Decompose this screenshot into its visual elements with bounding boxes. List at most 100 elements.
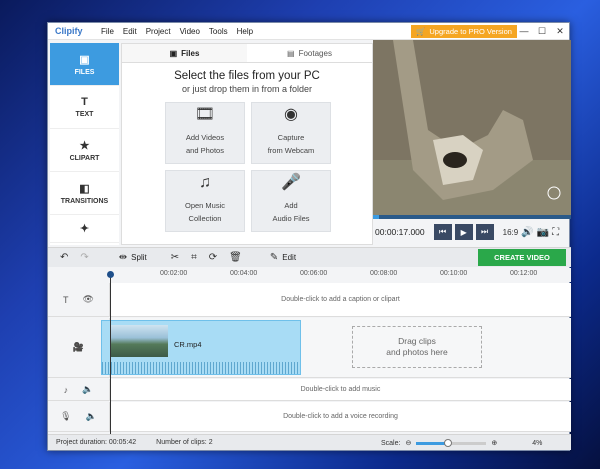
sidebar-item-label: TEXT [75,111,94,118]
sidebar-item-files[interactable]: ▣ FILES [50,43,119,86]
previous-icon[interactable]: ⏮ [433,224,452,240]
aspect-ratio[interactable]: 16:9 [503,228,519,237]
tile-label: Collection [188,214,222,223]
rotate-icon[interactable]: ⟳ [209,252,217,263]
image-icon: ▣ [79,53,90,66]
tab-footages-label: Footages [298,48,332,58]
menu-tools[interactable]: Tools [209,27,228,36]
webcam-icon: ◉ [284,106,298,123]
playhead-handle[interactable] [107,271,114,278]
menu-edit[interactable]: Edit [123,27,137,36]
tab-files[interactable]: ▣ Files [122,44,247,62]
undo-icon[interactable]: ↶ [60,252,68,263]
music-track[interactable]: ♪ 🔈 Double-click to add music [48,379,571,401]
player-controls: 00:00:17.000 ⏮ ▶ ⏭ 16:9 🔊 📷 ⛶ [373,219,571,245]
panel-tabs: ▣ Files ▤ Footages [122,44,372,63]
cart-icon: 🛒 [416,27,426,36]
drop-zone[interactable]: Drag clips and photos here [352,326,482,368]
ruler-tick: 00:12:00 [510,270,538,277]
star-icon: ★ [79,139,90,152]
next-icon[interactable]: ⏭ [475,224,494,240]
minimize-icon[interactable]: — [515,23,533,39]
image-icon: ▣ [169,48,178,58]
cut-icon[interactable]: ✂ [171,252,179,263]
tab-files-label: Files [181,48,200,58]
upgrade-label: Upgrade to PRO Version [429,27,512,36]
menu-project[interactable]: Project [146,27,171,36]
menu-file[interactable]: File [101,27,114,36]
ruler-tick: 00:10:00 [440,270,468,277]
split-label[interactable]: Split [131,253,147,262]
sidebar-item-transitions[interactable]: ◧ TRANSITIONS [50,172,119,215]
playhead-line[interactable] [110,273,111,435]
caption-track[interactable]: T 👁 Double-click to add a caption or cli… [48,283,571,317]
video-preview[interactable] [373,40,571,217]
music-note-icon: ♪ [63,384,69,395]
video-clip[interactable]: CR.mp4 [101,320,301,375]
split-icon[interactable]: ⇹ [119,252,127,263]
zoom-out-icon[interactable]: ⊖ [405,439,411,447]
time-ruler[interactable]: 00:02:00 00:04:00 00:06:00 00:08:00 00:1… [110,268,571,282]
magic-wand-icon: ✦ [79,223,90,235]
play-icon[interactable]: ▶ [454,224,473,240]
sidebar-item-label: CLIPART [69,154,100,162]
expand-icon[interactable]: ⛶ [552,227,559,238]
caption-track-header: T 👁 [48,283,110,316]
text-icon: T [63,294,69,305]
tile-label: Add Videos [185,133,225,142]
snapshot-icon[interactable]: 📷 [537,227,549,238]
volume-icon[interactable]: 🔊 [521,227,533,238]
redo-icon[interactable]: ↷ [80,252,88,263]
microphone-icon: 🎙 [60,411,72,421]
music-track-header: ♪ 🔈 [48,379,110,400]
delete-icon[interactable]: 🗑 [229,252,242,263]
close-icon[interactable]: ✕ [551,23,569,39]
clip-name: CR.mp4 [174,340,202,349]
speaker-icon[interactable]: 🔈 [86,411,97,422]
scale-slider-knob[interactable] [443,438,452,447]
voice-track-header: 🎙 🔈 [48,402,110,431]
edit-toolbar: ↶ ↷ ⇹ Split ✂ ⌗ ⟳ 🗑 ✎ Edit CREATE VIDEO [48,247,571,267]
files-headline: Select the files from your PC [174,70,320,82]
files-subline: or just drop them in from a folder [181,84,313,94]
text-icon: T [81,96,88,108]
playback-time: 00:00:17.000 [375,227,425,237]
sidebar-item-text[interactable]: T TEXT [50,86,119,129]
scale-label: Scale: [381,439,401,447]
maximize-icon[interactable]: ☐ [533,23,551,39]
edit-icon[interactable]: ✎ [270,252,278,263]
video-track[interactable]: 🎥 CR.mp4 Drag clips and photos here [48,318,571,378]
sidebar-item-effects[interactable]: ✦ [50,215,119,243]
crop-icon[interactable]: ⌗ [191,252,197,263]
upgrade-button[interactable]: 🛒 Upgrade to PRO Version [411,25,517,38]
add-videos-button[interactable]: 🎞 Add Videos and Photos [165,102,245,164]
camera-icon: 🎥 [72,342,85,352]
visibility-icon[interactable]: 👁 [83,294,94,305]
add-audio-button[interactable]: 🎤 Add Audio Files [251,170,331,232]
create-video-button[interactable]: CREATE VIDEO [478,249,566,266]
tile-label: Audio Files [272,214,310,223]
ruler-tick: 00:04:00 [230,270,258,277]
sidebar-item-label: FILES [74,68,95,76]
zoom-in-icon[interactable]: ⊕ [491,439,497,447]
transitions-icon: ◧ [79,182,90,195]
voice-track[interactable]: 🎙 🔈 Double-click to add a voice recordin… [48,402,571,432]
scale-percent: 4% [532,439,543,447]
ruler-tick: 00:06:00 [300,270,328,277]
tab-footages[interactable]: ▤ Footages [247,44,372,62]
open-music-button[interactable]: ♫ Open Music Collection [165,170,245,232]
edit-label[interactable]: Edit [282,253,296,262]
scale-control: Scale: ⊖ ⊕ 4% [381,435,542,451]
sidebar: ▣ FILES T TEXT ★ CLIPART ◧ TRANSITIONS ✦ [50,43,119,245]
speaker-icon[interactable]: 🔈 [82,384,93,395]
files-panel: ▣ Files ▤ Footages Select the files from… [121,43,373,245]
menu-help[interactable]: Help [237,27,253,36]
menu-video[interactable]: Video [180,27,200,36]
scale-slider[interactable] [416,438,487,447]
tile-label: Capture [277,133,305,142]
film-icon: 🎞 [194,106,216,123]
ruler-tick: 00:08:00 [370,270,398,277]
ruler-tick: 00:02:00 [160,270,188,277]
sidebar-item-clipart[interactable]: ★ CLIPART [50,129,119,172]
capture-webcam-button[interactable]: ◉ Capture from Webcam [251,102,331,164]
